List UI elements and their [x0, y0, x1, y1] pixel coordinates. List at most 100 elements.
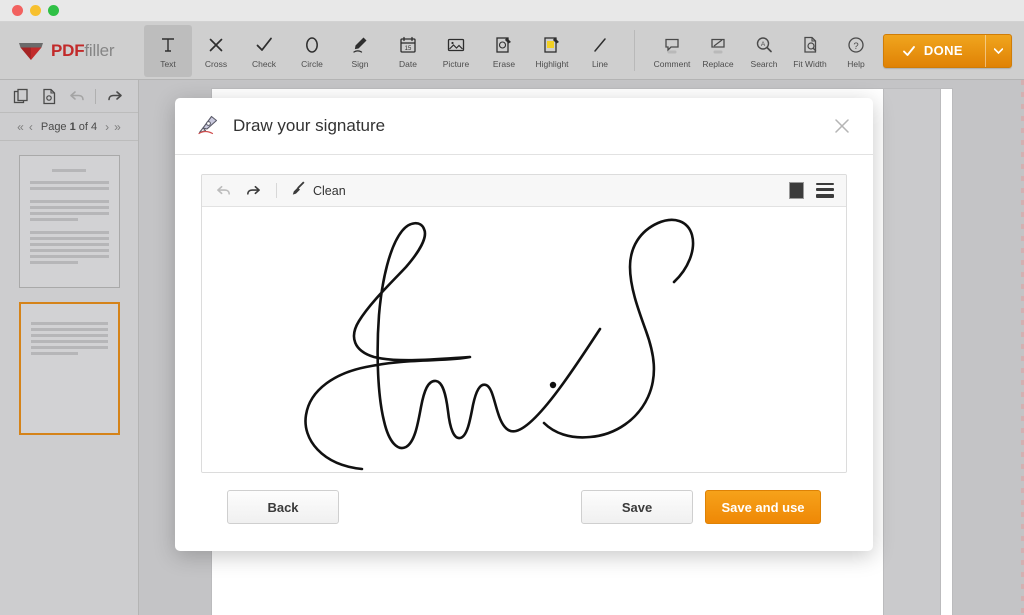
thumbnail-list — [0, 141, 138, 435]
brush-icon — [290, 181, 306, 200]
done-button-main[interactable]: DONE — [884, 43, 985, 58]
minimize-window-button[interactable] — [30, 5, 41, 16]
save-button[interactable]: Save — [581, 490, 693, 524]
done-dropdown-button[interactable] — [985, 35, 1011, 67]
thumb-line — [31, 322, 108, 325]
tool-sign[interactable]: Sign — [336, 25, 384, 77]
thumb-line — [30, 249, 109, 252]
thumb-line — [52, 169, 87, 172]
draw-signature-dialog: Draw your signature — [175, 98, 873, 551]
tool-date[interactable]: 15 Date — [384, 25, 432, 77]
help-icon: ? — [846, 33, 866, 57]
page-indicator-prefix: Page — [41, 121, 70, 133]
window-controls — [12, 5, 59, 16]
thumb-line — [30, 200, 109, 203]
text-icon — [158, 33, 178, 57]
sidebar-toolbar — [0, 80, 138, 113]
dialog-title: Draw your signature — [233, 116, 385, 136]
undo-icon[interactable] — [64, 84, 90, 108]
logo-filler-text: filler — [84, 41, 114, 60]
thumb-line — [30, 243, 109, 246]
tool-help[interactable]: ? Help — [833, 25, 879, 77]
undo-icon[interactable] — [214, 181, 234, 201]
close-window-button[interactable] — [12, 5, 23, 16]
signature-canvas[interactable] — [202, 207, 846, 472]
tool-cross[interactable]: Cross — [192, 25, 240, 77]
tool-search[interactable]: A Search — [741, 25, 787, 77]
circle-icon — [302, 33, 322, 57]
page-navigator: « ‹ Page 1 of 4 › » — [0, 113, 138, 141]
close-icon[interactable] — [829, 113, 855, 139]
dialog-footer: Back Save Save and use — [201, 473, 847, 524]
thumbnail-page-2[interactable] — [19, 302, 120, 435]
last-page-button[interactable]: » — [113, 120, 122, 134]
canvas-toolbar-right — [789, 182, 834, 199]
tool-text[interactable]: Text — [144, 25, 192, 77]
tool-fit-width[interactable]: Fit Width — [787, 25, 833, 77]
thumb-line — [31, 334, 108, 337]
tool-circle[interactable]: Circle — [288, 25, 336, 77]
tool-search-label: Search — [751, 60, 778, 69]
tool-comment[interactable]: Comment — [649, 25, 695, 77]
pdffiller-logo-mark — [18, 41, 44, 61]
tool-circle-label: Circle — [301, 60, 323, 69]
annotation-tools: Text Cross Check Circle — [140, 22, 624, 79]
tool-highlight[interactable]: Highlight — [528, 25, 576, 77]
redo-icon[interactable] — [243, 181, 263, 201]
redo-icon[interactable] — [101, 84, 127, 108]
tool-check[interactable]: Check — [240, 25, 288, 77]
back-button[interactable]: Back — [227, 490, 339, 524]
thumb-line — [30, 261, 79, 264]
logo-pdf-text: PDF — [51, 41, 84, 60]
date-icon: 15 — [398, 33, 418, 57]
tool-erase[interactable]: Erase — [480, 25, 528, 77]
comment-icon — [662, 33, 682, 57]
pdffiller-logo-text: PDFfiller — [51, 41, 114, 61]
signature-canvas-container: Clean — [201, 174, 847, 473]
replace-icon — [708, 33, 728, 57]
zoom-window-button[interactable] — [48, 5, 59, 16]
thumb-line — [30, 231, 109, 234]
tool-replace[interactable]: Replace — [695, 25, 741, 77]
thumb-line — [30, 218, 79, 221]
next-page-button[interactable]: › — [104, 120, 110, 134]
pen-nib-icon — [195, 111, 221, 142]
thumb-line — [31, 328, 108, 331]
page-indicator-suffix: of 4 — [76, 121, 97, 133]
highlight-icon — [542, 33, 562, 57]
signature-canvas-toolbar: Clean — [202, 175, 846, 207]
sidebar-toolbar-divider — [95, 89, 96, 104]
tool-picture-label: Picture — [443, 60, 469, 69]
picture-icon — [446, 33, 466, 57]
line-width-icon[interactable] — [816, 183, 834, 198]
tool-line[interactable]: Line — [576, 25, 624, 77]
tool-highlight-label: Highlight — [535, 60, 568, 69]
copy-pages-icon[interactable] — [8, 84, 34, 108]
fit-width-icon — [800, 33, 820, 57]
page-indicator: Page 1 of 4 — [37, 121, 101, 133]
thumb-line — [31, 340, 108, 343]
tool-line-label: Line — [592, 60, 608, 69]
check-icon — [254, 33, 274, 57]
tool-erase-label: Erase — [493, 60, 515, 69]
page-settings-icon[interactable] — [36, 84, 62, 108]
pdffiller-logo[interactable]: PDFfiller — [0, 22, 140, 79]
erase-icon — [494, 33, 514, 57]
page-thumbnails-sidebar: « ‹ Page 1 of 4 › » — [0, 80, 139, 615]
prev-page-button[interactable]: ‹ — [28, 120, 34, 134]
clean-label: Clean — [313, 184, 346, 198]
footer-actions: Save Save and use — [581, 490, 821, 524]
canvas-toolbar-divider — [276, 183, 277, 198]
done-button[interactable]: DONE — [883, 34, 1012, 68]
thumb-line — [30, 255, 109, 258]
clean-button[interactable]: Clean — [290, 181, 346, 200]
save-and-use-button[interactable]: Save and use — [705, 490, 821, 524]
tool-picture[interactable]: Picture — [432, 25, 480, 77]
tool-fit-width-label: Fit Width — [793, 60, 827, 69]
color-swatch-icon[interactable] — [789, 182, 804, 199]
thumbnail-page-1[interactable] — [19, 155, 120, 288]
toolbar-divider — [634, 30, 635, 71]
dialog-header: Draw your signature — [175, 98, 873, 155]
tool-sign-label: Sign — [351, 60, 368, 69]
first-page-button[interactable]: « — [16, 120, 25, 134]
